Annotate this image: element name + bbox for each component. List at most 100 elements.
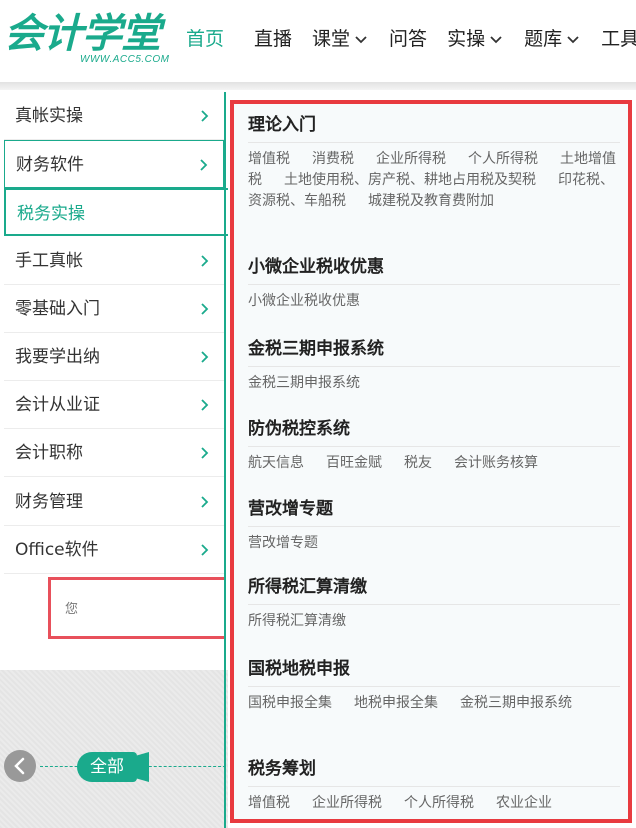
subcategory-link[interactable]: 消费税 — [312, 151, 354, 167]
subcategory-link[interactable]: 航天信息 — [248, 455, 304, 471]
subcategory-link[interactable]: 金税三期申报系统 — [248, 375, 360, 391]
nav-item-4[interactable]: 实操 — [447, 24, 504, 54]
category-title[interactable]: 防伪税控系统 — [248, 416, 620, 447]
subcategory-link[interactable]: 个人所得税 — [468, 151, 538, 167]
nav-item-1[interactable]: 直播 — [254, 24, 292, 54]
sidebar-item-label: 真帐实操 — [15, 106, 83, 126]
subcategory-panel: 理论入门 增值税 消费税 企业所得税 个人所得税 土地增值税 土地使用税、房产税、耕地占用税… — [230, 100, 632, 823]
search-input[interactable]: 您 — [48, 577, 224, 639]
nav-item-0[interactable]: 首页 — [186, 24, 224, 54]
nav-item-3[interactable]: 问答 — [389, 24, 427, 54]
tag-tail-icon — [135, 752, 149, 782]
sidebar-item-label: 税务实操 — [17, 204, 85, 225]
chevron-right-icon — [201, 495, 209, 508]
category-block: 国税地税申报国税申报全集 地税申报全集 金税三期申报系统 — [248, 656, 620, 714]
subcategory-link[interactable]: 土地使用税、房产税、耕地占用税及契税 — [284, 172, 536, 188]
sidebar-item-3[interactable]: 手工真帐 — [4, 237, 224, 285]
chevron-left-icon — [14, 757, 25, 775]
category-links: 国税申报全集 地税申报全集 金税三期申报系统 — [248, 693, 620, 714]
sidebar-item-7[interactable]: 会计职称 — [4, 429, 224, 478]
nav-item-6[interactable]: 工具 — [601, 24, 636, 54]
chevron-right-icon — [201, 447, 209, 460]
sidebar-item-8[interactable]: 财务管理 — [4, 478, 224, 526]
logo-url: WWW.ACC5.COM — [80, 54, 170, 65]
search-placeholder: 您 — [65, 602, 79, 617]
category-links: 增值税 企业所得税 个人所得税 农业企业 — [248, 793, 620, 814]
subcategory-link[interactable]: 营改增专题 — [248, 535, 318, 551]
logo-text: 会计学堂 — [4, 11, 161, 57]
header-divider — [0, 82, 636, 90]
nav-item-label: 直播 — [254, 28, 293, 50]
subcategory-link[interactable]: 国税申报全集 — [248, 695, 332, 711]
category-title[interactable]: 金税三期申报系统 — [248, 336, 620, 367]
nav-item-5[interactable]: 题库 — [524, 24, 581, 54]
nav-item-2[interactable]: 课堂 — [312, 24, 369, 54]
subcategory-link[interactable]: 农业企业 — [496, 795, 552, 811]
category-block: 防伪税控系统航天信息 百旺金赋 税友 会计账务核算 — [248, 416, 620, 474]
sidebar-item-label: 财务软件 — [16, 155, 84, 176]
banner-area — [0, 670, 228, 828]
sidebar-item-9[interactable]: Office软件 — [4, 526, 224, 574]
subcategory-link[interactable]: 小微企业税收优惠 — [248, 293, 360, 309]
main-nav: 首页 直播 课堂 问答 实操 题库 工具 — [186, 24, 636, 54]
subcategory-link[interactable]: 所得税汇算清缴 — [248, 613, 346, 629]
subcategory-link[interactable]: 百旺金赋 — [326, 455, 382, 471]
nav-item-label: 课堂 — [312, 28, 351, 50]
chevron-right-icon — [200, 159, 208, 171]
nav-item-label: 实操 — [447, 28, 486, 50]
subcategory-link[interactable]: 增值税 — [248, 151, 290, 167]
category-title[interactable]: 所得税汇算清缴 — [248, 574, 620, 605]
chevron-right-icon — [201, 544, 209, 556]
sidebar-item-label: 会计职称 — [15, 443, 83, 464]
category-block: 小微企业税收优惠 小微企业税收优惠 — [248, 254, 620, 312]
subcategory-link[interactable]: 城建税及教育费附加 — [368, 193, 494, 209]
chevron-right-icon — [201, 351, 209, 363]
subcategory-link[interactable]: 企业所得税 — [312, 795, 382, 811]
sidebar-item-label: 我要学出纳 — [15, 347, 100, 367]
category-title[interactable]: 国税地税申报 — [248, 656, 620, 687]
category-title[interactable]: 营改增专题 — [248, 496, 620, 527]
category-links: 金税三期申报系统 — [248, 373, 620, 394]
sidebar-item-6[interactable]: 会计从业证 — [4, 381, 224, 430]
chevron-right-icon — [201, 254, 209, 267]
sidebar-item-4[interactable]: 零基础入门 — [4, 285, 224, 333]
subcategory-link[interactable]: 个人所得税 — [404, 795, 474, 811]
category-links: 所得税汇算清缴 — [248, 611, 620, 632]
sidebar-item-label: 财务管理 — [15, 491, 83, 512]
sidebar-item-2[interactable]: 税务实操 — [4, 188, 228, 237]
chevron-right-icon — [201, 399, 209, 411]
sidebar-item-0[interactable]: 真帐实操 — [4, 92, 224, 140]
category-title[interactable]: 理论入门 — [248, 112, 620, 143]
site-header: 会计学堂 WWW.ACC5.COM 首页 直播 课堂 问答 实操 题库 工具 — [0, 0, 636, 82]
category-links: 增值税 消费税 企业所得税 个人所得税 土地增值税 土地使用税、房产税、耕地占用税及契税印… — [248, 149, 620, 212]
subcategory-link[interactable]: 地税申报全集 — [354, 695, 438, 711]
category-block: 理论入门 增值税 消费税 企业所得税 个人所得税 土地增值税 土地使用税、房产税、耕地占用税… — [248, 112, 620, 212]
site-logo[interactable]: 会计学堂 WWW.ACC5.COM — [4, 10, 174, 68]
chevron-right-icon — [201, 110, 209, 122]
category-title[interactable]: 小微企业税收优惠 — [248, 254, 620, 285]
category-block: 所得税汇算清缴 所得税汇算清缴 — [248, 574, 620, 632]
sidebar-item-label: 零基础入门 — [15, 298, 100, 319]
subcategory-link[interactable]: 增值税 — [248, 795, 290, 811]
sidebar-item-label: 手工真帐 — [15, 250, 83, 271]
subcategory-link[interactable]: 税友 — [404, 455, 432, 471]
sidebar-item-5[interactable]: 我要学出纳 — [4, 333, 224, 381]
prev-button[interactable] — [4, 750, 36, 782]
category-block: 营改增专题 营改增专题 — [248, 496, 620, 554]
category-links: 小微企业税收优惠 — [248, 291, 620, 312]
panel-accent-line — [224, 92, 226, 828]
category-block: 税务筹划增值税 企业所得税 个人所得税 农业企业 — [248, 756, 620, 814]
all-courses-tag[interactable]: 全部 — [77, 752, 137, 782]
subcategory-link[interactable]: 企业所得税 — [376, 151, 446, 167]
category-links: 营改增专题 — [248, 533, 620, 554]
nav-item-label: 首页 — [186, 28, 225, 50]
subcategory-link[interactable]: 会计账务核算 — [454, 455, 538, 471]
category-title[interactable]: 税务筹划 — [248, 756, 620, 787]
subcategory-link[interactable]: 金税三期申报系统 — [460, 695, 572, 711]
category-links: 航天信息 百旺金赋 税友 会计账务核算 — [248, 453, 620, 474]
nav-item-label: 题库 — [524, 28, 563, 50]
chevron-down-icon — [490, 36, 502, 44]
sidebar-item-1[interactable]: 财务软件 — [4, 140, 224, 189]
category-block: 金税三期申报系统 金税三期申报系统 — [248, 336, 620, 394]
sidebar-item-label: 会计从业证 — [15, 395, 100, 416]
